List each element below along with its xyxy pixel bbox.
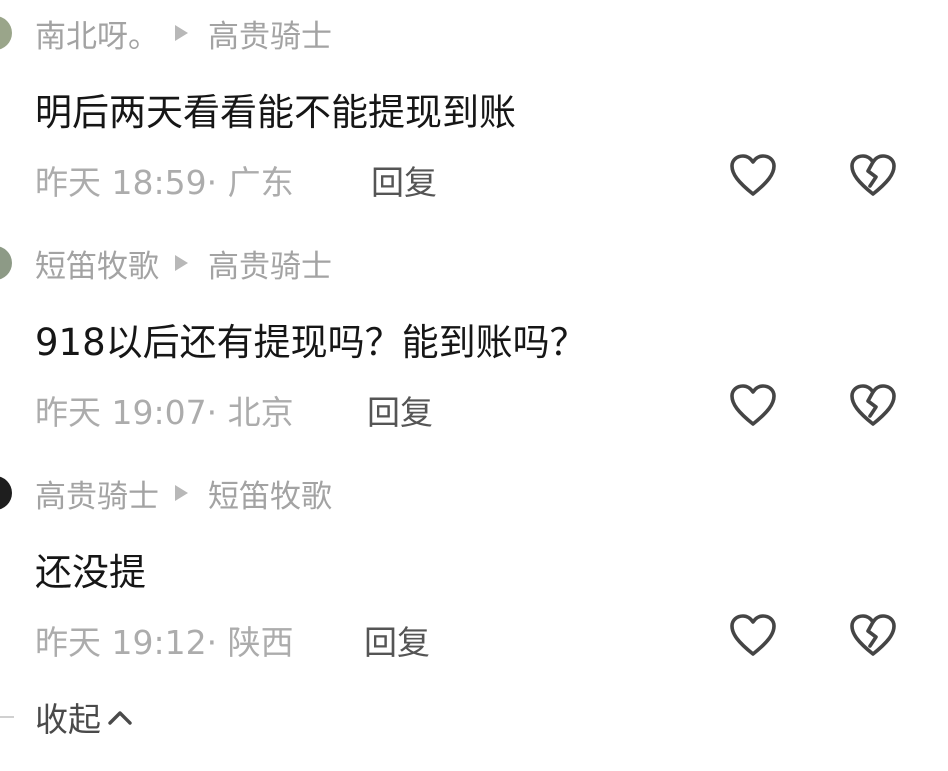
dislike-button[interactable]	[848, 152, 898, 198]
comment-item: 高贵骑士 短笛牧歌 还没提 昨天 19:12· 陕西 回复	[0, 460, 948, 690]
broken-heart-icon	[850, 614, 896, 656]
collapse-label: 收起	[35, 700, 101, 739]
dislike-button[interactable]	[848, 382, 898, 428]
avatar[interactable]	[0, 246, 12, 280]
comment-time: 昨天 19:12	[35, 623, 207, 662]
like-button[interactable]	[728, 612, 778, 658]
comment-item: 短笛牧歌 高贵骑士 918以后还有提现吗？能到账吗？ 昨天 19:07· 北京 …	[0, 230, 948, 460]
reply-button[interactable]: 回复	[371, 156, 437, 204]
comment-meta: 昨天 19:12· 陕西	[35, 616, 294, 664]
avatar[interactable]	[0, 476, 12, 510]
comment-location: · 陕西	[206, 623, 294, 662]
comment-location: · 北京	[206, 393, 294, 432]
reply-arrow-icon	[175, 255, 188, 271]
like-button[interactable]	[728, 152, 778, 198]
comment-time: 昨天 19:07	[35, 393, 207, 432]
dislike-button[interactable]	[848, 612, 898, 658]
comment-time: 昨天 18:59	[35, 163, 207, 202]
comment-meta: 昨天 19:07· 北京	[35, 386, 294, 434]
reply-to-name[interactable]: 短笛牧歌	[208, 471, 332, 516]
comment-item: 南北呀。 高贵骑士 明后两天看看能不能提现到账 昨天 18:59· 广东 回复	[0, 0, 948, 230]
broken-heart-icon	[850, 384, 896, 426]
author-name[interactable]: 南北呀。	[35, 11, 159, 56]
reply-to-name[interactable]: 高贵骑士	[208, 11, 332, 56]
like-button[interactable]	[728, 382, 778, 428]
comment-header: 南北呀。 高贵骑士	[35, 11, 332, 56]
broken-heart-icon	[850, 154, 896, 196]
heart-icon	[730, 154, 776, 196]
reply-button[interactable]: 回复	[364, 616, 430, 664]
comment-text: 918以后还有提现吗？能到账吗？	[35, 321, 587, 364]
comment-header: 高贵骑士 短笛牧歌	[35, 471, 332, 516]
reply-arrow-icon	[175, 25, 188, 41]
author-name[interactable]: 短笛牧歌	[35, 241, 159, 286]
reply-to-name[interactable]: 高贵骑士	[208, 241, 332, 286]
comment-meta: 昨天 18:59· 广东	[35, 156, 294, 204]
comment-text: 明后两天看看能不能提现到账	[35, 91, 516, 134]
reply-button[interactable]: 回复	[367, 386, 433, 434]
reply-arrow-icon	[175, 485, 188, 501]
collapse-divider	[0, 716, 14, 718]
comment-header: 短笛牧歌 高贵骑士	[35, 241, 332, 286]
comment-text: 还没提	[35, 551, 146, 594]
heart-icon	[730, 614, 776, 656]
comment-location: · 广东	[206, 163, 294, 202]
author-name[interactable]: 高贵骑士	[35, 471, 159, 516]
chevron-up-icon	[108, 711, 132, 725]
heart-icon	[730, 384, 776, 426]
avatar[interactable]	[0, 16, 12, 50]
collapse-button[interactable]: 收起	[35, 694, 133, 740]
